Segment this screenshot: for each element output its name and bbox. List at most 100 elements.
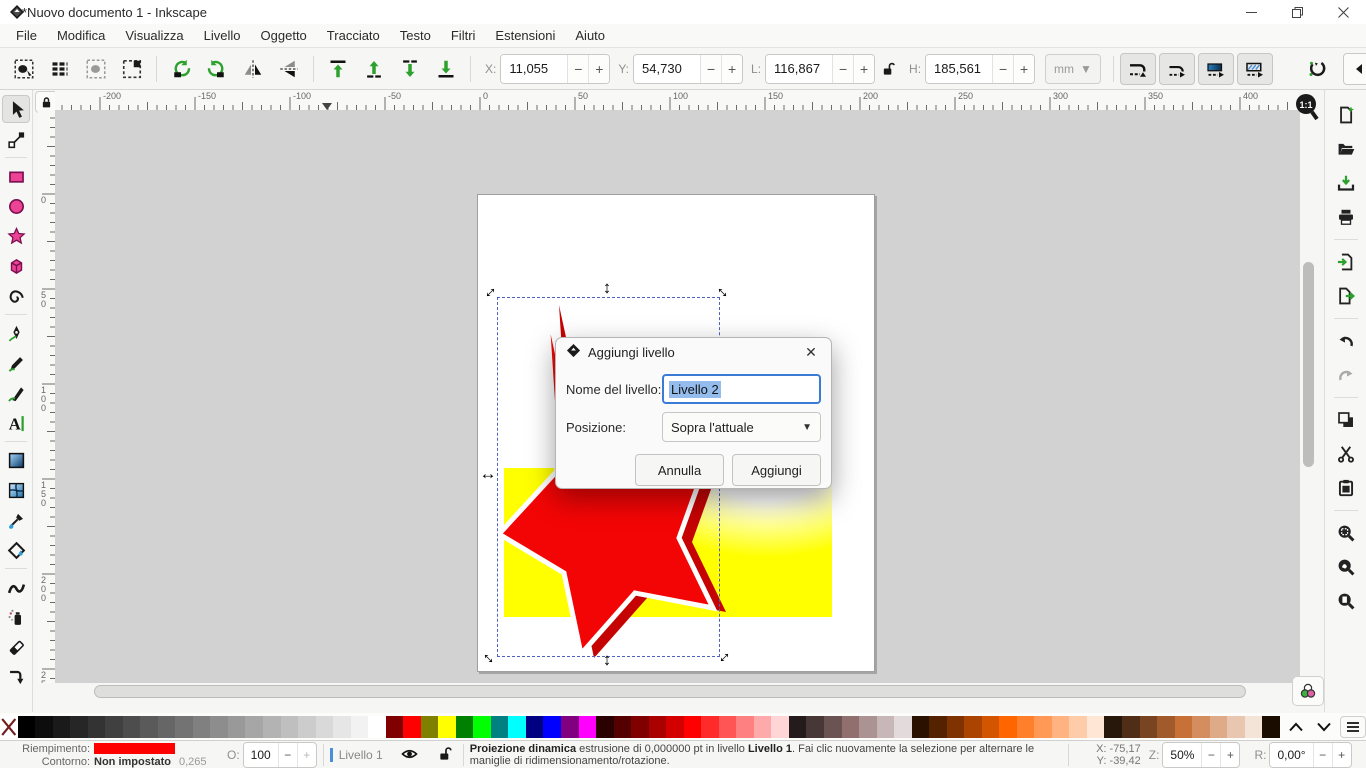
dialog-close-icon[interactable]: ✕ [801, 344, 821, 361]
y-coordinate-field[interactable]: 54,730 [634, 55, 700, 83]
palette-swatch[interactable] [438, 716, 456, 738]
zoom-field[interactable]: 50% [1163, 743, 1201, 767]
new-document-button[interactable] [1331, 101, 1361, 129]
redo-button[interactable] [1331, 361, 1361, 389]
palette-swatch[interactable] [736, 716, 754, 738]
rotation-increment-button[interactable]: + [1332, 743, 1351, 767]
palette-swatch[interactable] [1157, 716, 1175, 738]
select-all-button[interactable] [6, 53, 42, 85]
palette-swatch[interactable] [140, 716, 158, 738]
tool-eraser-button[interactable] [2, 633, 30, 661]
palette-swatch[interactable] [1087, 716, 1105, 738]
palette-swatch[interactable] [701, 716, 719, 738]
palette-swatch[interactable] [193, 716, 211, 738]
palette-swatch[interactable] [1034, 716, 1052, 738]
palette-scroll-down-icon[interactable] [1312, 717, 1336, 737]
color-managed-view-button[interactable] [1292, 676, 1324, 706]
x-increment-button[interactable]: + [588, 55, 609, 83]
palette-swatch[interactable] [543, 716, 561, 738]
close-button[interactable] [1320, 0, 1366, 24]
palette-swatch[interactable] [333, 716, 351, 738]
add-button[interactable]: Aggiungi [732, 454, 821, 486]
palette-swatch[interactable] [579, 716, 597, 738]
copy-button[interactable] [1331, 406, 1361, 434]
menu-item-estensioni[interactable]: Estensioni [485, 25, 565, 46]
palette-swatch[interactable] [298, 716, 316, 738]
rotate-cw-button[interactable] [199, 53, 235, 85]
palette-swatch[interactable] [263, 716, 281, 738]
palette-swatch[interactable] [473, 716, 491, 738]
palette-swatch[interactable] [649, 716, 667, 738]
zoom-page-button[interactable] [1331, 587, 1361, 615]
tool-star-button[interactable] [2, 222, 30, 250]
palette-swatch[interactable] [789, 716, 807, 738]
lower-to-bottom-button[interactable] [428, 53, 464, 85]
tool-pen-button[interactable] [2, 319, 30, 347]
palette-swatch[interactable] [1227, 716, 1245, 738]
palette-swatch[interactable] [947, 716, 965, 738]
tool-box-3d-button[interactable] [2, 252, 30, 280]
scale-stroke-toggle[interactable] [1120, 53, 1156, 85]
undo-button[interactable] [1331, 327, 1361, 355]
palette-swatch[interactable] [859, 716, 877, 738]
palette-swatch[interactable] [1104, 716, 1122, 738]
palette-swatch[interactable] [53, 716, 71, 738]
palette-swatch[interactable] [666, 716, 684, 738]
palette-swatch[interactable] [1192, 716, 1210, 738]
palette-swatch[interactable] [456, 716, 474, 738]
palette-swatch[interactable] [771, 716, 789, 738]
palette-swatch[interactable] [228, 716, 246, 738]
vertical-scrollbar[interactable] [1301, 112, 1316, 681]
palette-swatch[interactable] [1210, 716, 1228, 738]
height-increment-button[interactable]: + [1013, 55, 1034, 83]
width-field[interactable]: 116,867 [766, 55, 832, 83]
palette-swatch[interactable] [368, 716, 386, 738]
maximize-button[interactable] [1274, 0, 1320, 24]
zoom-drawing-button[interactable] [1331, 553, 1361, 581]
palette-swatch[interactable] [316, 716, 334, 738]
palette-swatch[interactable] [999, 716, 1017, 738]
palette-swatch[interactable] [894, 716, 912, 738]
palette-swatch[interactable] [929, 716, 947, 738]
palette-swatch[interactable] [123, 716, 141, 738]
layer-lock-open-icon[interactable] [438, 746, 453, 764]
tool-tweak-button[interactable] [2, 573, 30, 601]
lock-ratio-icon[interactable] [875, 53, 901, 85]
palette-swatch[interactable] [806, 716, 824, 738]
menu-item-filtri[interactable]: Filtri [441, 25, 486, 46]
export-button[interactable] [1331, 282, 1361, 310]
paste-button[interactable] [1331, 474, 1361, 502]
palette-swatch[interactable] [1069, 716, 1087, 738]
palette-swatch[interactable] [281, 716, 299, 738]
position-dropdown[interactable]: Sopra l'attuale▼ [662, 412, 821, 442]
horizontal-ruler[interactable]: -200-150-100-50050100150200250300350400 [55, 90, 1298, 111]
palette-swatch[interactable] [1175, 716, 1193, 738]
print-button[interactable] [1331, 203, 1361, 231]
y-decrement-button[interactable]: − [700, 55, 721, 83]
raise-button[interactable] [356, 53, 392, 85]
palette-scroll-up-icon[interactable] [1284, 717, 1308, 737]
palette-swatch[interactable] [158, 716, 176, 738]
import-button[interactable] [1331, 248, 1361, 276]
palette-swatch[interactable] [351, 716, 369, 738]
rotation-reset-icon[interactable] [1299, 53, 1335, 85]
tool-rectangle-button[interactable] [2, 162, 30, 190]
palette-swatch[interactable] [877, 716, 895, 738]
palette-swatch[interactable] [561, 716, 579, 738]
vertical-ruler[interactable]: 050100150200250 [38, 110, 56, 683]
scale-handle-left[interactable]: ↔ [478, 464, 498, 484]
zoom-decrement-button[interactable]: − [1201, 743, 1220, 767]
tool-paint-bucket-button[interactable] [2, 536, 30, 564]
layer-visibility-eye-icon[interactable] [401, 747, 418, 764]
tool-mesh-button[interactable] [2, 476, 30, 504]
palette-swatch[interactable] [70, 716, 88, 738]
lower-button[interactable] [392, 53, 428, 85]
save-button[interactable] [1331, 169, 1361, 197]
flip-horizontal-button[interactable] [235, 53, 271, 85]
palette-swatch[interactable] [245, 716, 263, 738]
current-layer-label[interactable]: Livello 1 [339, 748, 383, 762]
palette-swatch[interactable] [1017, 716, 1035, 738]
menu-item-aiuto[interactable]: Aiuto [565, 25, 615, 46]
rotate-ccw-button[interactable] [163, 53, 199, 85]
palette-swatch[interactable] [403, 716, 421, 738]
